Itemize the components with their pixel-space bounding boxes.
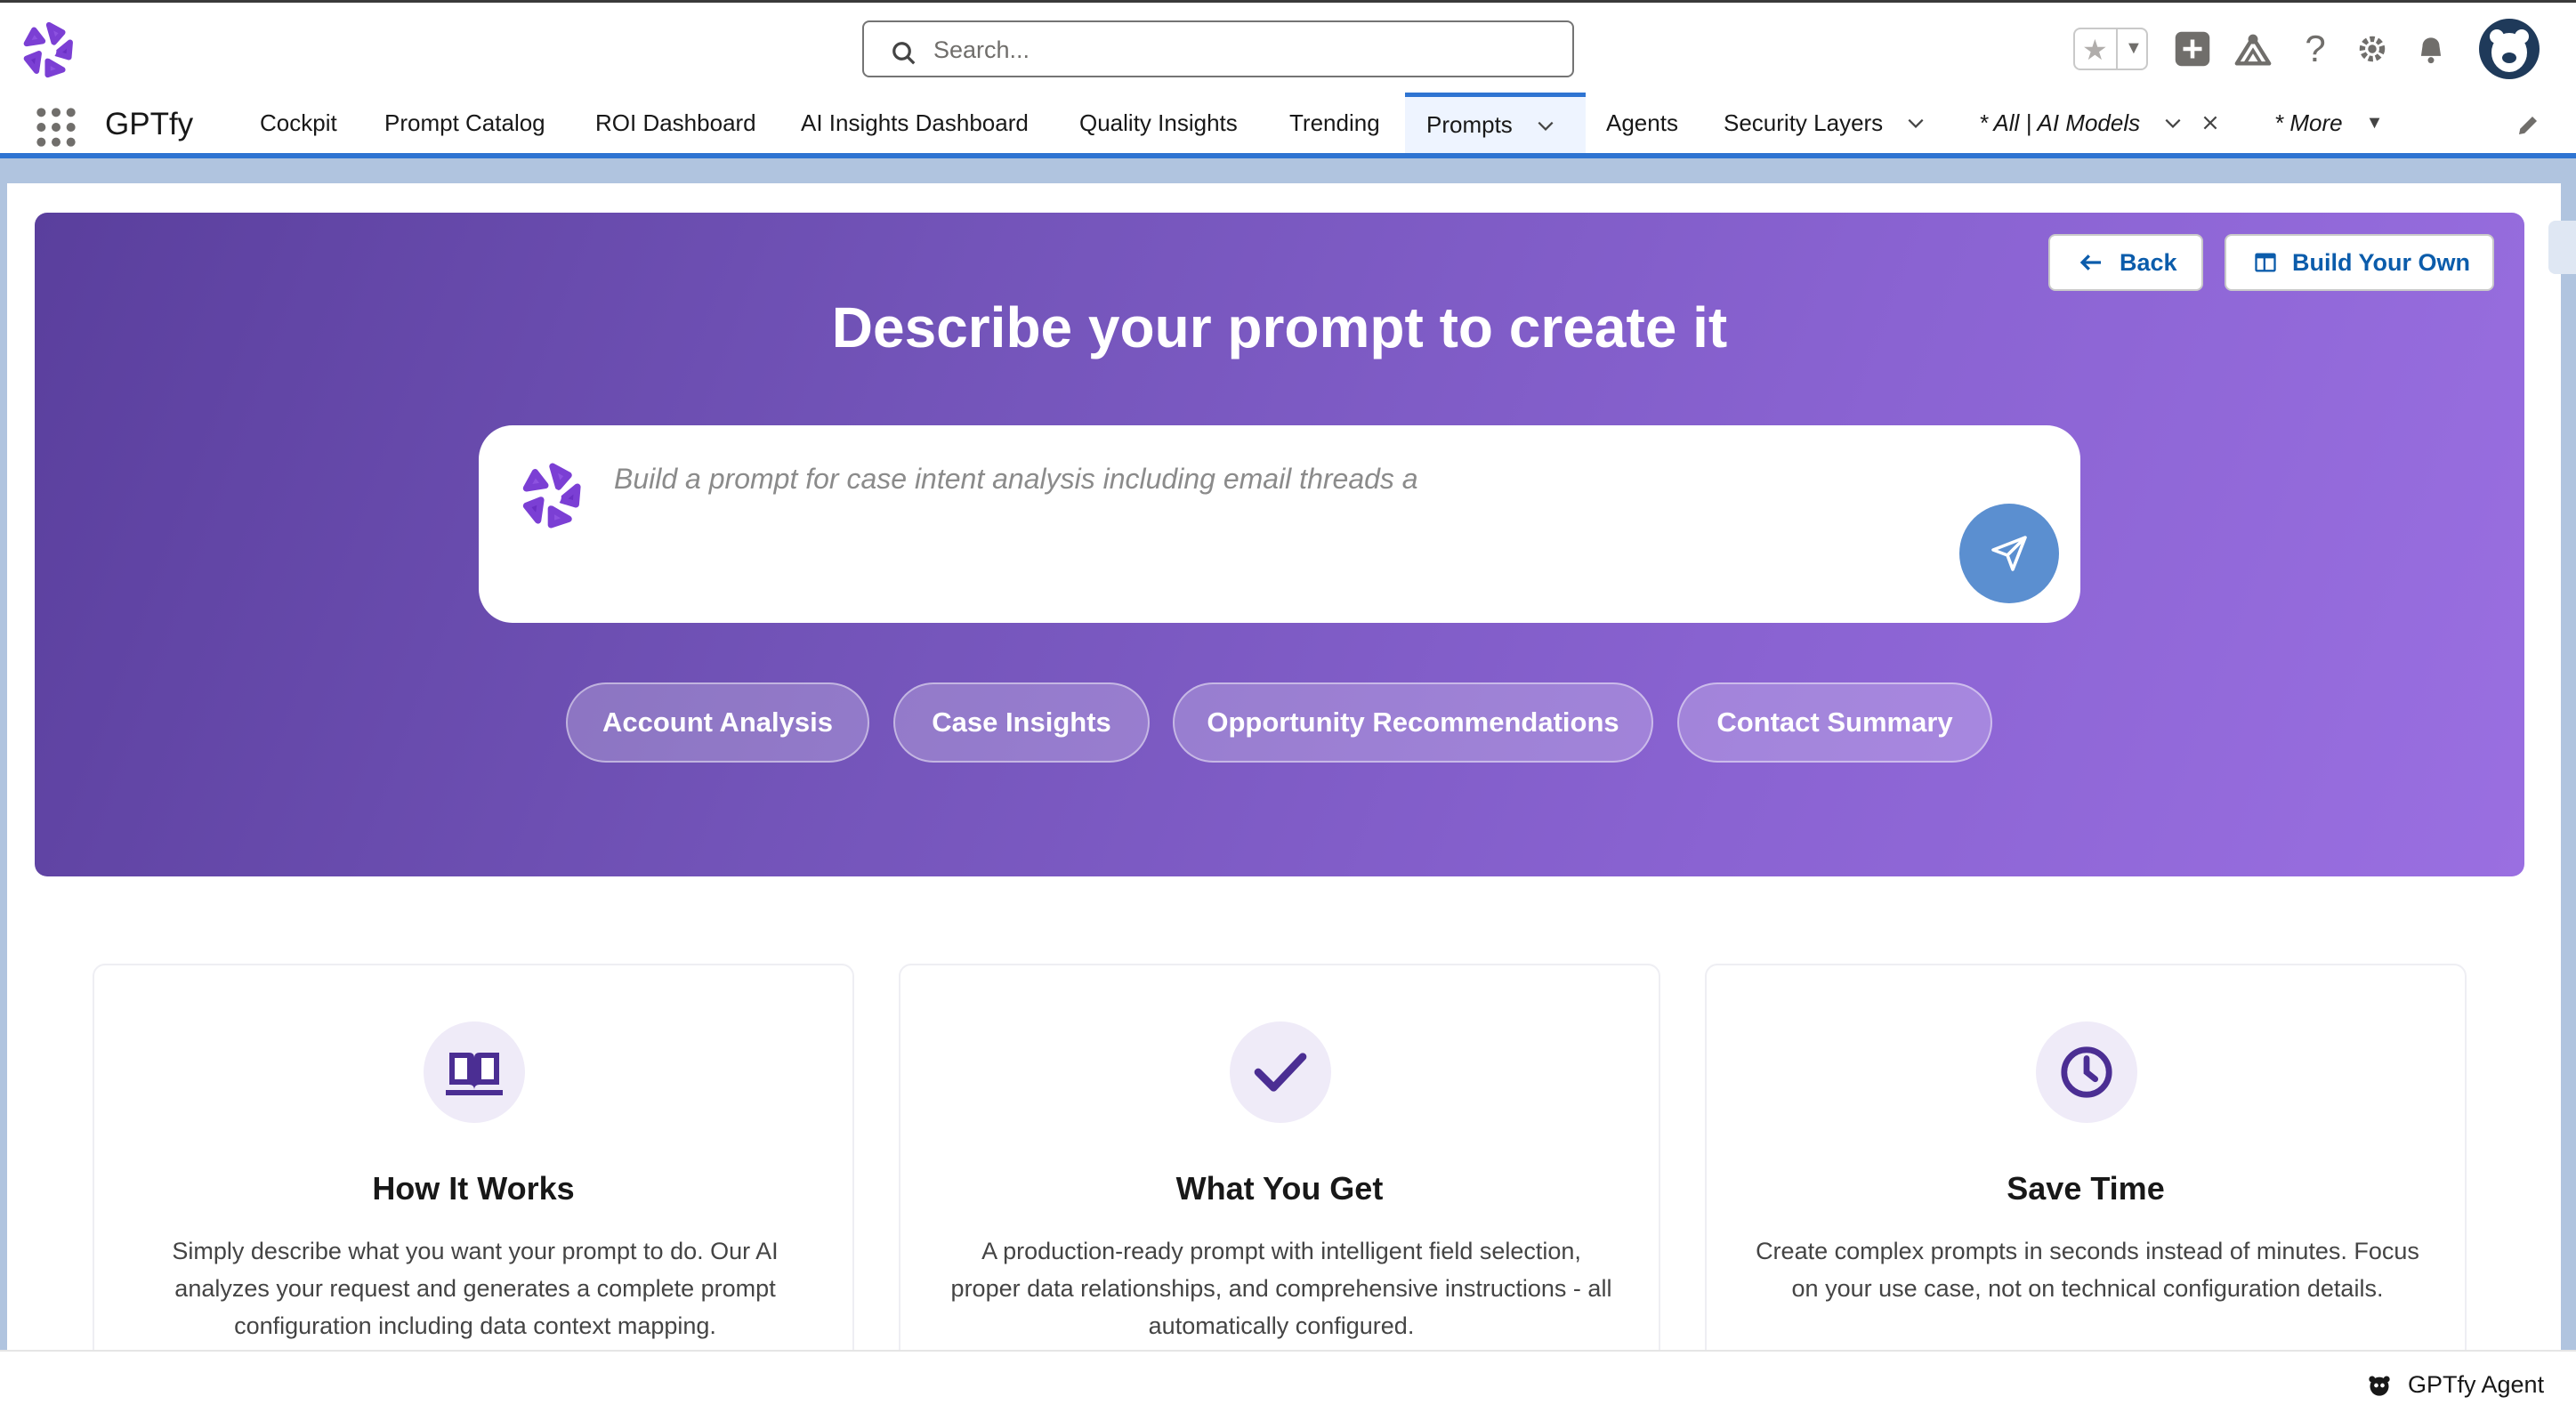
card-description: Simply describe what you want your promp…	[172, 1238, 779, 1339]
favorites-button[interactable]: ★ ▼	[2073, 28, 2148, 70]
utility-bar: GPTfy Agent	[0, 1350, 2576, 1421]
tab-prompts[interactable]: Prompts	[1405, 93, 1586, 153]
table-icon	[2255, 253, 2276, 272]
gptfy-agent-button[interactable]: GPTfy Agent	[2367, 1371, 2544, 1399]
tab-more[interactable]: * More ▼	[2274, 93, 2383, 153]
trailhead-button[interactable]	[2233, 29, 2273, 69]
search-placeholder: Search...	[933, 36, 1030, 63]
suggestion-chip[interactable]: Contact Summary	[1677, 682, 1992, 763]
app-launcher-icon[interactable]	[34, 105, 78, 149]
setup-button[interactable]	[2353, 29, 2392, 69]
send-icon	[1991, 536, 2027, 571]
user-avatar[interactable]	[2479, 19, 2540, 79]
prompt-input-box[interactable]: Build a prompt for case intent analysis …	[479, 425, 2080, 623]
global-header: Search... ★ ▼ ?	[0, 0, 2576, 93]
page-title: Describe your prompt to create it	[831, 295, 1728, 359]
bear-avatar-icon	[2490, 29, 2529, 72]
prompt-input-text[interactable]: Build a prompt for case intent analysis …	[614, 463, 1418, 496]
gptfy-logo-icon	[522, 463, 581, 529]
prompt-builder-hero: Back Build Your Own Describe your prompt…	[35, 213, 2524, 876]
card-title: What You Get	[1175, 1170, 1384, 1207]
back-button[interactable]: Back	[2048, 234, 2203, 291]
notifications-button[interactable]	[2411, 29, 2451, 69]
gptfy-logo-icon[interactable]	[16, 19, 82, 81]
tab-prompt-catalog[interactable]: Prompt Catalog	[384, 93, 545, 153]
bell-icon	[2420, 37, 2442, 64]
tab-ai-insights-dashboard[interactable]: AI Insights Dashboard	[801, 93, 1029, 153]
dropdown-icon: ▼	[2125, 38, 2143, 58]
chevron-down-icon[interactable]	[1906, 113, 1926, 133]
tab-agents[interactable]: Agents	[1606, 93, 1678, 153]
chevron-down-icon[interactable]	[2163, 113, 2183, 133]
agent-icon	[2369, 1376, 2390, 1396]
tab-trending[interactable]: Trending	[1289, 93, 1380, 153]
app-navigation-bar: GPTfy Cockpit Prompt Catalog ROI Dashboa…	[0, 93, 2576, 158]
build-your-own-button[interactable]: Build Your Own	[2225, 234, 2494, 291]
caret-down-icon: ▼	[2365, 112, 2384, 133]
tab-security-layers[interactable]: Security Layers	[1724, 93, 1926, 153]
close-icon[interactable]	[2201, 113, 2220, 133]
tab-all-ai-models[interactable]: * All | AI Models	[1979, 93, 2220, 153]
plus-icon	[2175, 31, 2210, 67]
global-actions-button[interactable]	[2173, 29, 2212, 69]
help-icon[interactable]: ?	[2296, 28, 2335, 69]
arrow-left-icon	[2079, 254, 2101, 270]
edit-pencil-icon[interactable]	[2515, 112, 2541, 139]
book-icon	[446, 1053, 503, 1095]
search-icon	[892, 42, 916, 65]
gear-icon	[2359, 36, 2386, 62]
side-panel-handle[interactable]	[2548, 221, 2576, 274]
global-search-input[interactable]: Search...	[862, 20, 1574, 77]
card-description: A production-ready prompt with intellige…	[950, 1238, 1612, 1339]
tab-quality-insights[interactable]: Quality Insights	[1079, 93, 1238, 153]
trailhead-icon	[2234, 34, 2272, 66]
checkmark-icon	[1254, 1053, 1307, 1092]
suggestion-chip[interactable]: Opportunity Recommendations	[1173, 682, 1653, 763]
send-button[interactable]	[1959, 504, 2059, 603]
card-description: Create complex prompts in seconds instea…	[1756, 1238, 2419, 1302]
app-name: GPTfy	[105, 107, 194, 141]
suggestion-chip[interactable]: Case Insights	[893, 682, 1150, 763]
card-title: Save Time	[2007, 1170, 2165, 1207]
tab-roi-dashboard[interactable]: ROI Dashboard	[595, 93, 756, 153]
clock-icon	[2061, 1046, 2112, 1098]
chevron-down-icon[interactable]	[1536, 116, 1555, 135]
tab-cockpit[interactable]: Cockpit	[260, 93, 337, 153]
card-title: How It Works	[372, 1170, 575, 1207]
suggestion-chip[interactable]: Account Analysis	[566, 682, 869, 763]
star-icon: ★	[2082, 34, 2108, 66]
